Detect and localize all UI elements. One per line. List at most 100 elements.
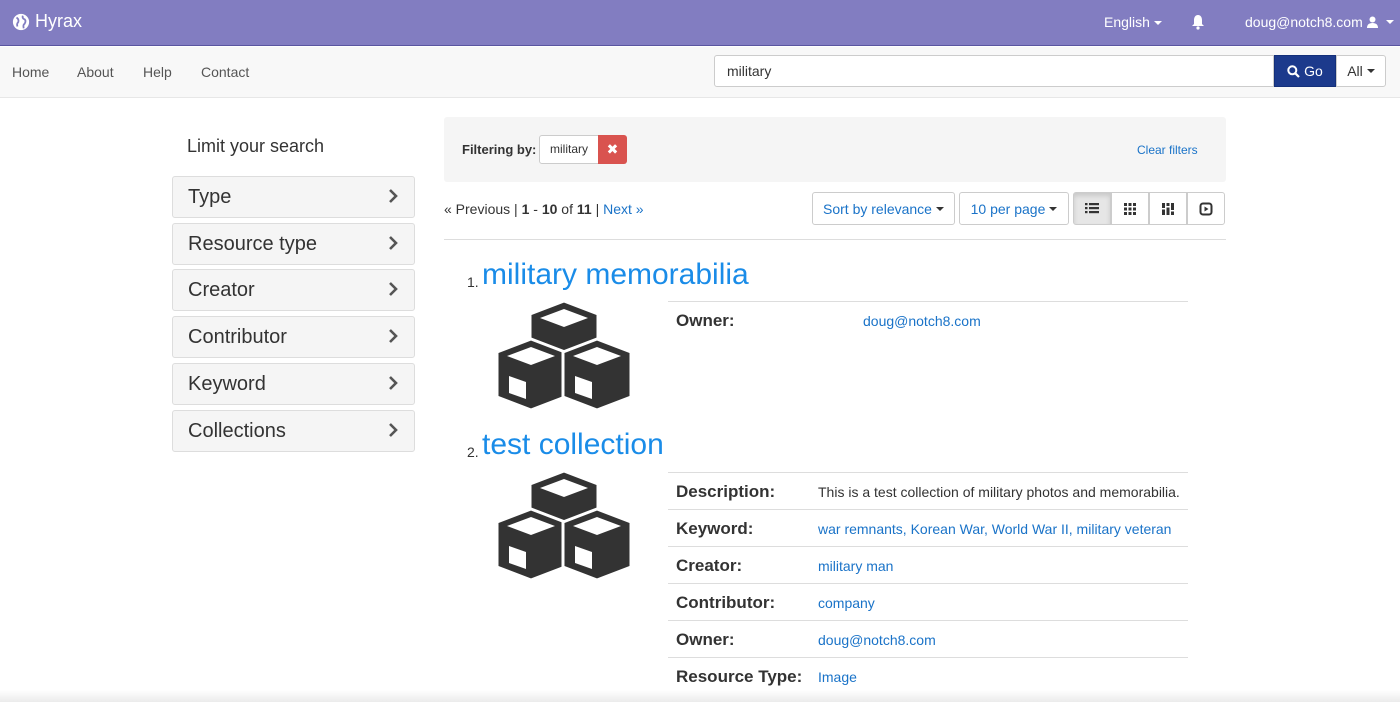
- metadata-value: This is a test collection of military ph…: [818, 484, 1180, 500]
- nav-home[interactable]: Home: [12, 64, 49, 80]
- nav-contact[interactable]: Contact: [201, 64, 249, 80]
- metadata-key: Owner:: [676, 311, 735, 330]
- facet-type[interactable]: Type: [172, 176, 415, 218]
- user-email: doug@notch8.com: [1245, 14, 1363, 30]
- metadata-row: Owner: doug@notch8.com: [668, 620, 1188, 657]
- search-go-button[interactable]: Go: [1274, 55, 1336, 87]
- sidebar-title: Limit your search: [187, 136, 325, 156]
- filter-value: military: [539, 135, 599, 164]
- facet-label: Type: [188, 186, 232, 208]
- cubes-icon[interactable]: [496, 470, 632, 582]
- clear-filters-link[interactable]: Clear filters: [1137, 143, 1198, 157]
- chevron-right-icon: [389, 329, 398, 343]
- metadata-value-link[interactable]: Image: [818, 669, 857, 685]
- facet-label: Resource type: [188, 233, 317, 255]
- range-dash: -: [533, 201, 538, 217]
- caret-down-icon: [1366, 69, 1375, 73]
- chevron-right-icon: [389, 236, 398, 250]
- caret-down-icon: [935, 206, 944, 211]
- list-view-button[interactable]: [1073, 192, 1111, 225]
- facet-label: Collections: [188, 420, 286, 442]
- gallery-view-icon: [1124, 202, 1136, 215]
- remove-filter-button[interactable]: ✖: [598, 135, 627, 164]
- facet-label: Contributor: [188, 326, 287, 348]
- metadata-row: Description: This is a test collection o…: [668, 472, 1188, 509]
- chevron-right-icon: [389, 282, 398, 296]
- metadata-value-link[interactable]: military man: [818, 558, 893, 574]
- per-page-label: 10 per page: [970, 200, 1046, 217]
- range-end: 10: [541, 201, 558, 217]
- list-view-icon: [1085, 202, 1099, 213]
- metadata-row: Resource Type: Image: [668, 657, 1188, 694]
- result-title-link[interactable]: test collection: [482, 428, 664, 462]
- facet-label: Keyword: [188, 373, 266, 395]
- chevron-right-icon: [389, 189, 398, 203]
- language-dropdown[interactable]: English: [1104, 14, 1162, 30]
- scope-label: All: [1347, 63, 1363, 79]
- metadata-key: Resource Type:: [676, 667, 803, 686]
- sort-dropdown[interactable]: Sort by relevance: [812, 192, 955, 225]
- metadata-key: Description:: [676, 482, 776, 501]
- globe-icon: [12, 13, 30, 30]
- slideshow-view-icon: [1199, 202, 1213, 215]
- language-label: English: [1104, 14, 1150, 30]
- top-header: Hyrax English doug@notch8.com: [0, 0, 1400, 46]
- scroll-fade: [0, 690, 1400, 702]
- range-start: 1: [521, 201, 530, 217]
- separator: |: [595, 201, 600, 217]
- cubes-icon[interactable]: [496, 300, 632, 412]
- chevron-right-icon: [389, 423, 398, 437]
- caret-down-icon: [1049, 206, 1058, 211]
- nav-about[interactable]: About: [77, 64, 114, 80]
- masonry-view-icon: [1162, 202, 1174, 215]
- metadata-row: Contributor: company: [668, 583, 1188, 620]
- pagination-info: « Previous | 1 - 10 of 11 | Next »: [444, 201, 644, 217]
- metadata-row: Owner: doug@notch8.com: [668, 301, 1188, 338]
- next-link[interactable]: Next »: [603, 201, 643, 217]
- search-constraints: Filtering by: military ✖ Clear filters: [444, 117, 1226, 182]
- brand-name: Hyrax: [35, 11, 83, 31]
- brand-link[interactable]: Hyrax: [12, 11, 82, 32]
- main-nav: Home About Help Contact Go All: [0, 47, 1400, 98]
- slideshow-view-button[interactable]: [1187, 192, 1225, 225]
- separator: |: [514, 201, 518, 217]
- metadata-key: Owner:: [676, 630, 735, 649]
- filter-label: Filtering by:: [462, 142, 537, 157]
- per-page-dropdown[interactable]: 10 per page: [959, 192, 1069, 225]
- result-title-link[interactable]: military memorabilia: [482, 258, 749, 292]
- facet-resource-type[interactable]: Resource type: [172, 223, 415, 265]
- facet-creator[interactable]: Creator: [172, 269, 415, 311]
- go-label: Go: [1304, 63, 1323, 79]
- user-icon: [1366, 16, 1378, 28]
- metadata-value-link[interactable]: war remnants, Korean War, World War II, …: [818, 521, 1171, 537]
- chevron-right-icon: [389, 376, 398, 390]
- facet-keyword[interactable]: Keyword: [172, 363, 415, 405]
- masonry-view-button[interactable]: [1149, 192, 1187, 225]
- metadata-row: Creator: military man: [668, 546, 1188, 583]
- caret-down-icon: [1385, 20, 1394, 24]
- search-scope-dropdown[interactable]: All: [1336, 55, 1386, 87]
- metadata-row: Keyword: war remnants, Korean War, World…: [668, 509, 1188, 546]
- facet-collections[interactable]: Collections: [172, 410, 415, 452]
- facet-contributor[interactable]: Contributor: [172, 316, 415, 358]
- caret-down-icon: [1153, 21, 1162, 26]
- search-input[interactable]: [714, 55, 1274, 87]
- previous-link: « Previous: [444, 201, 511, 217]
- nav-help[interactable]: Help: [143, 64, 172, 80]
- result-number: 2.: [467, 444, 479, 460]
- metadata-value-link[interactable]: company: [818, 595, 875, 611]
- result-number: 1.: [467, 274, 479, 290]
- bell-icon[interactable]: [1191, 14, 1205, 30]
- metadata-value-link[interactable]: doug@notch8.com: [863, 313, 981, 329]
- metadata-key: Contributor:: [676, 593, 776, 612]
- total-count: 11: [576, 201, 592, 217]
- metadata-value-link[interactable]: doug@notch8.com: [818, 632, 936, 648]
- metadata-key: Creator:: [676, 556, 743, 575]
- metadata-key: Keyword:: [676, 519, 754, 538]
- facet-label: Creator: [188, 279, 255, 301]
- gallery-view-button[interactable]: [1111, 192, 1149, 225]
- user-menu[interactable]: doug@notch8.com: [1245, 14, 1394, 30]
- range-of: of: [561, 201, 573, 217]
- search-icon: [1287, 64, 1300, 78]
- sort-label: Sort by relevance: [823, 200, 932, 217]
